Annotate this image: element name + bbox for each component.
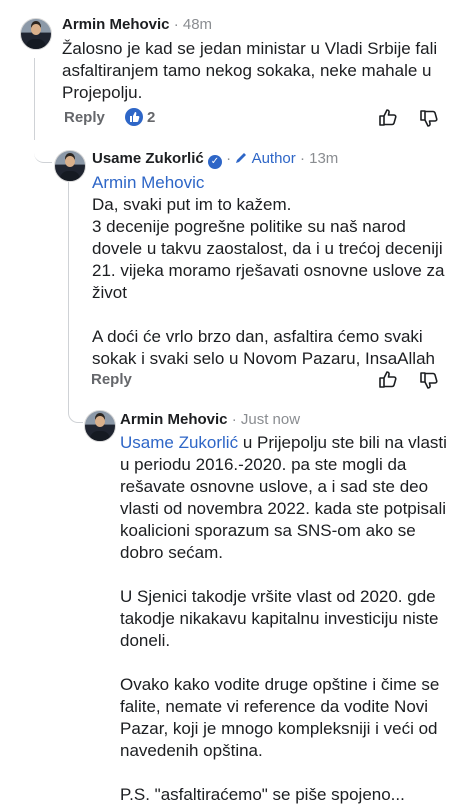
comment-header: Usame Zukorlić ✓ · Author · 13m — [92, 150, 339, 169]
author-badge: Author — [235, 150, 296, 167]
avatar[interactable] — [20, 18, 52, 50]
author-name[interactable]: Armin Mehovic — [62, 16, 170, 33]
timestamp[interactable]: 13m — [309, 150, 338, 167]
verified-badge-icon: ✓ — [207, 155, 222, 169]
comment-text: Žalosno je kad se jedan ministar u Vladi… — [62, 39, 438, 102]
comment-header: Armin Mehovic · 48m — [62, 16, 213, 33]
timestamp[interactable]: 48m — [183, 16, 212, 33]
mention-link[interactable]: Usame Zukorlić — [120, 433, 238, 452]
timestamp[interactable]: Just now — [241, 411, 300, 428]
like-reaction-icon — [125, 108, 143, 126]
avatar[interactable] — [54, 150, 86, 182]
thumbs-up-icon[interactable] — [377, 368, 399, 390]
comment-header: Armin Mehovic · Just now — [120, 411, 301, 428]
reply-button[interactable]: Reply — [91, 371, 132, 388]
reply-button[interactable]: Reply — [64, 109, 105, 126]
author-name[interactable]: Armin Mehovic — [120, 411, 228, 428]
thread-curve-2 — [68, 390, 83, 423]
thumbs-up-icon[interactable] — [377, 106, 399, 128]
pencil-icon — [236, 153, 247, 163]
avatar[interactable] — [84, 410, 116, 442]
comment-text: Armin Mehovic Da, svaki put im to kažem.… — [92, 172, 445, 368]
thread-curve-1 — [34, 120, 52, 163]
comment-text: Usame Zukorlić u Prijepolju ste bili na … — [120, 433, 447, 804]
thread-line-2 — [68, 178, 69, 390]
reaction-count[interactable]: 2 — [147, 109, 155, 126]
thumbs-down-icon[interactable] — [418, 370, 440, 392]
thumbs-down-icon[interactable] — [418, 108, 440, 130]
author-name[interactable]: Usame Zukorlić — [92, 150, 204, 167]
mention-link[interactable]: Armin Mehovic — [92, 172, 444, 194]
